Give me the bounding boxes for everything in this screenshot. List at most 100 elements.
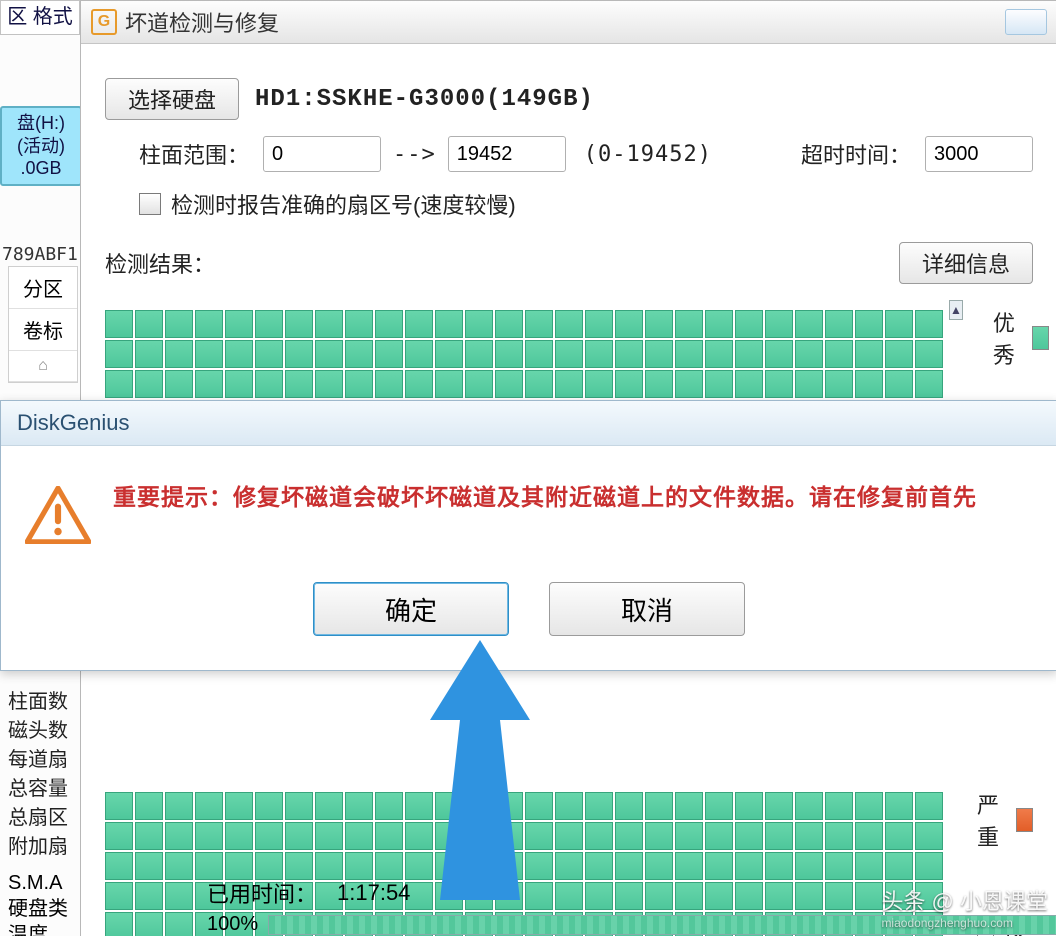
sector-block [105,912,133,936]
detail-button[interactable]: 详细信息 [899,242,1033,284]
window-title: 坏道检测与修复 [125,6,279,38]
sector-block [615,852,643,880]
sector-block [915,310,943,338]
sector-block [855,792,883,820]
sector-block [885,792,913,820]
sector-block [345,852,373,880]
sector-block [855,370,883,398]
legend-critical-swatch [1016,808,1033,832]
cylinder-hint: (0-19452) [584,142,712,167]
sector-block [735,852,763,880]
sector-block [195,792,223,820]
cylinder-from-input[interactable] [263,136,381,172]
sector-block [735,370,763,398]
sector-block [135,792,163,820]
drive-active: (活动) [2,135,80,158]
timeout-input[interactable] [925,136,1033,172]
sector-block [495,792,523,820]
cylinder-to-input[interactable] [448,136,566,172]
sector-block [345,310,373,338]
sector-block [585,370,613,398]
sector-block [585,822,613,850]
sector-block [675,310,703,338]
legend-critical: 严重 [977,788,1033,852]
sector-block [465,370,493,398]
ok-button[interactable]: 确定 [313,582,509,636]
sector-block [855,310,883,338]
sector-block [105,340,133,368]
drive-letter: 盘(H:) [2,112,80,135]
sector-block [465,340,493,368]
sector-block [225,310,253,338]
sector-block [645,370,673,398]
sector-block [285,340,313,368]
sector-block [105,370,133,398]
sector-block [615,792,643,820]
sector-block [525,822,553,850]
sector-block [885,882,913,910]
smart-info: S.M.A 硬盘类 温度 [8,870,68,936]
sector-block [285,792,313,820]
sector-block [555,370,583,398]
cancel-button[interactable]: 取消 [549,582,745,636]
sector-block [165,370,193,398]
sector-block [735,340,763,368]
sector-block [555,310,583,338]
sector-block [495,882,523,910]
sector-block [705,370,733,398]
sector-block [375,310,403,338]
hdd-icon: ⌂ [9,351,77,382]
sector-block [435,310,463,338]
select-disk-button[interactable]: 选择硬盘 [105,78,239,120]
sector-block [195,340,223,368]
sector-block [795,882,823,910]
tab-partition[interactable]: 分区 [9,267,77,309]
sector-block [525,882,553,910]
sector-block [705,792,733,820]
sector-block [345,822,373,850]
drive-chip[interactable]: 盘(H:) (活动) .0GB [0,106,82,186]
sector-block [795,852,823,880]
scroll-up-icon[interactable]: ▲ [949,300,963,320]
sector-block [375,822,403,850]
sector-block [435,370,463,398]
sector-block [765,370,793,398]
sector-block [435,882,463,910]
sector-block [615,340,643,368]
sector-block [165,310,193,338]
sector-block [465,310,493,338]
drive-size: .0GB [2,157,80,180]
sector-block [435,792,463,820]
sector-block [285,822,313,850]
window-min-button[interactable] [1005,9,1047,35]
accurate-sector-label: 检测时报告准确的扇区号(速度较慢) [171,188,516,220]
sector-block [855,822,883,850]
titlebar: G 坏道检测与修复 [81,1,1056,44]
result-label: 检测结果： [105,247,215,279]
sector-block [165,912,193,936]
sector-block [105,882,133,910]
sector-block [765,852,793,880]
sector-block [675,792,703,820]
sector-block [525,792,553,820]
sector-block [315,822,343,850]
sector-block [585,340,613,368]
sector-block [765,822,793,850]
sector-block [675,882,703,910]
tab-box: 分区 卷标 ⌂ [8,266,78,383]
sector-block [405,852,433,880]
progress-row: 100% [207,913,1056,936]
sector-block [825,340,853,368]
app-logo-icon: G [91,9,117,35]
accurate-sector-checkbox[interactable] [139,193,161,215]
sector-block [885,852,913,880]
sector-block [135,822,163,850]
tab-label[interactable]: 卷标 [9,309,77,351]
sector-block [705,310,733,338]
sector-block [795,310,823,338]
sector-block [645,822,673,850]
sector-block [195,822,223,850]
sector-block [795,792,823,820]
sector-block [105,852,133,880]
sector-block [675,340,703,368]
